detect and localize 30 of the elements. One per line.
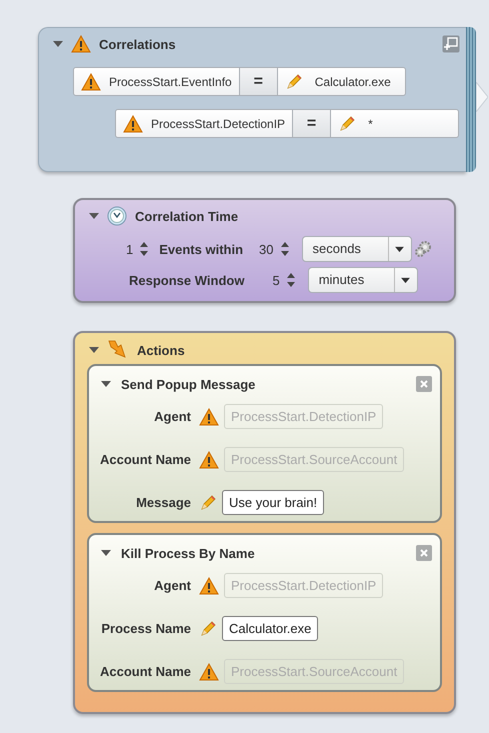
value-text: Calculator.exe xyxy=(314,74,391,88)
value-field[interactable]: Calculator.exe xyxy=(278,67,406,96)
action-title: Send Popup Message xyxy=(121,376,256,392)
operator-button[interactable]: = xyxy=(240,67,278,96)
panel-title: Actions xyxy=(137,342,185,358)
field-name: ProcessStart.EventInfo xyxy=(109,74,232,88)
operator-button[interactable]: = xyxy=(293,109,332,138)
action-title: Kill Process By Name xyxy=(121,546,255,560)
value-text: * xyxy=(368,116,373,130)
input-field[interactable]: Calculator.exe xyxy=(222,616,318,641)
value-field[interactable]: * xyxy=(331,109,460,138)
field-label: Agent xyxy=(153,578,191,593)
count-value[interactable]: 1 xyxy=(126,242,134,256)
unit-dropdown[interactable]: seconds xyxy=(302,236,412,262)
field-selector[interactable]: ProcessStart.DetectionIP xyxy=(115,109,294,138)
field-name: ProcessStart.DetectionIP xyxy=(151,116,286,130)
field-label: Process Name xyxy=(100,621,191,636)
input-field[interactable]: Use your brain! xyxy=(222,490,324,515)
unit-dropdown[interactable]: minutes xyxy=(308,267,418,293)
field-label: Agent xyxy=(153,409,191,424)
field-label: Account Name xyxy=(98,452,191,467)
field-label: Account Name xyxy=(98,664,191,679)
field-label: Response Window xyxy=(129,272,244,288)
window-value[interactable]: 5 xyxy=(272,272,280,288)
field-label: Message xyxy=(135,495,191,510)
panel-title: Correlation Time xyxy=(135,208,238,224)
field-label: Events within xyxy=(159,242,244,256)
panel-title: Correlations xyxy=(99,36,176,52)
within-value[interactable]: 30 xyxy=(259,242,274,256)
field-selector[interactable]: ProcessStart.EventInfo xyxy=(73,67,240,96)
